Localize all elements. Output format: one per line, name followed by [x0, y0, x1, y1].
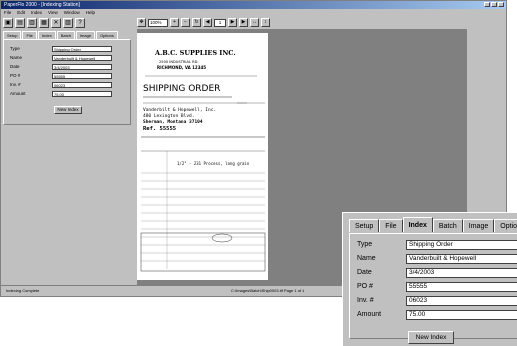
- minimize-button[interactable]: [484, 2, 490, 7]
- rotate-icon[interactable]: ↻: [192, 18, 201, 27]
- zoomed-index-panel: Setup File Index Batch Image Options Typ…: [342, 212, 517, 346]
- tab-image[interactable]: Image: [75, 31, 96, 39]
- doc-addr2: RICHMOND, VA 12345: [157, 65, 206, 70]
- po-label: PO #: [10, 73, 21, 78]
- type-field[interactable]: Shipping Order: [406, 240, 517, 250]
- amount-label: Amount: [10, 91, 26, 96]
- last-page-icon[interactable]: ▶: [239, 18, 248, 27]
- doc-ref: Ref. 55555: [143, 126, 176, 132]
- new-index-button[interactable]: New Index: [54, 106, 82, 114]
- type-field[interactable]: Shipping Order: [52, 46, 112, 52]
- next-page-icon[interactable]: ▶: [228, 18, 237, 27]
- fit-height-icon[interactable]: ↕: [261, 18, 270, 27]
- print-icon[interactable]: ▦: [39, 17, 49, 28]
- amount-field[interactable]: 75.00: [406, 310, 517, 320]
- menu-window[interactable]: Window: [64, 9, 80, 16]
- date-field[interactable]: 3/4/2003: [406, 268, 517, 278]
- tab-image[interactable]: Image: [462, 219, 495, 232]
- doc-company: A.B.C. SUPPLIES INC.: [154, 49, 236, 57]
- name-field[interactable]: Vanderbuilt & Hopewell: [406, 254, 517, 264]
- status-right: C:\Images\Batch\Ship0003.tif Page 1 of 1: [231, 288, 305, 293]
- image-toolbar: ✥ 100% + − ↻ ◀ 1 ▶ ▶ ↔ ↕: [137, 17, 270, 28]
- doc-consignee2: 480 Lexington Blvd.: [143, 113, 194, 119]
- name-label: Name: [357, 255, 376, 262]
- po-field[interactable]: 55555: [406, 282, 517, 292]
- doc-item: 1/2" - 231 Process, long grain: [177, 161, 250, 166]
- index-panel-small: Type Shipping Order Name Vanderbuilt & H…: [3, 39, 131, 125]
- window-controls: [484, 2, 504, 7]
- tab-batch[interactable]: Batch: [432, 219, 463, 232]
- po-label: PO #: [357, 283, 373, 290]
- tab-index[interactable]: Index: [37, 31, 56, 39]
- invoice-field[interactable]: 06023: [52, 82, 112, 88]
- type-label: Type: [357, 241, 373, 248]
- date-field[interactable]: 3/4/2003: [52, 64, 112, 70]
- tab-index[interactable]: Index: [402, 217, 433, 232]
- invoice-label: Inv. #: [357, 297, 374, 304]
- first-page-icon[interactable]: ◀: [203, 18, 212, 27]
- doc-consignee1: Vanderbilt & Hopewell, Inc.: [143, 107, 216, 113]
- date-label: Date: [357, 269, 372, 276]
- tab-file[interactable]: File: [379, 219, 403, 232]
- small-tab-strip: Setup File Index Batch Image Options: [3, 31, 118, 39]
- tab-options[interactable]: Options: [96, 31, 118, 39]
- pan-icon[interactable]: ✥: [137, 18, 146, 27]
- doc-heading: SHIPPING ORDER: [143, 84, 220, 94]
- open-icon[interactable]: ▤: [15, 17, 25, 28]
- amount-label: Amount: [357, 311, 382, 318]
- invoice-label: Inv. #: [10, 82, 21, 87]
- doc-addr1: 2500 INDUSTRIAL RD.: [159, 60, 198, 64]
- name-field[interactable]: Vanderbuilt & Hopewell: [52, 55, 112, 61]
- help-icon[interactable]: ?: [75, 17, 85, 28]
- invoice-field[interactable]: 06023: [406, 296, 517, 306]
- document-page: A.B.C. SUPPLIES INC. 2500 INDUSTRIAL RD.…: [137, 33, 268, 280]
- window-title: PaperFlo 2000 - [Indexing Station]: [4, 2, 80, 8]
- po-field[interactable]: 55555: [52, 73, 112, 79]
- tab-setup[interactable]: Setup: [3, 31, 22, 39]
- menu-help[interactable]: Help: [86, 9, 95, 16]
- fit-width-icon[interactable]: ↔: [250, 18, 259, 27]
- zoom-out-icon[interactable]: −: [181, 18, 190, 27]
- menu-view[interactable]: View: [48, 9, 58, 16]
- save-icon[interactable]: ▥: [27, 17, 37, 28]
- tab-file[interactable]: File: [22, 31, 37, 39]
- page-number-field[interactable]: 1: [214, 18, 226, 27]
- doc-consignee3: Sherman, Montana 37104: [143, 119, 203, 125]
- status-left: Indexing Complete: [6, 288, 40, 293]
- date-label: Date: [10, 64, 20, 69]
- amount-field[interactable]: 75.00: [52, 91, 112, 97]
- name-label: Name: [10, 55, 23, 60]
- maximize-button[interactable]: [491, 2, 497, 7]
- zoom-select[interactable]: 100%: [148, 18, 168, 27]
- tab-batch[interactable]: Batch: [56, 31, 75, 39]
- menu-bar: File Edit Index View Window Help: [1, 9, 506, 16]
- index-panel: Type Shipping Order Name Vanderbuilt & H…: [349, 233, 517, 344]
- tab-options[interactable]: Options: [494, 219, 517, 232]
- title-bar: PaperFlo 2000 - [Indexing Station]: [1, 1, 506, 9]
- close-button[interactable]: [498, 2, 504, 7]
- menu-edit[interactable]: Edit: [17, 9, 25, 16]
- scan-icon[interactable]: ▣: [3, 17, 13, 28]
- document-scan: A.B.C. SUPPLIES INC. 2500 INDUSTRIAL RD.…: [140, 49, 266, 272]
- main-toolbar: ▣ ▤ ▥ ▦ ✕ ▧ ?: [3, 16, 85, 29]
- menu-file[interactable]: File: [4, 9, 11, 16]
- tab-strip: Setup File Index Batch Image Options: [349, 217, 517, 233]
- type-label: Type: [10, 46, 20, 51]
- new-index-button[interactable]: New Index: [408, 331, 454, 344]
- delete-icon[interactable]: ✕: [51, 17, 61, 28]
- properties-icon[interactable]: ▧: [63, 17, 73, 28]
- tab-setup[interactable]: Setup: [349, 219, 380, 232]
- menu-index[interactable]: Index: [31, 9, 42, 16]
- zoom-in-icon[interactable]: +: [170, 18, 179, 27]
